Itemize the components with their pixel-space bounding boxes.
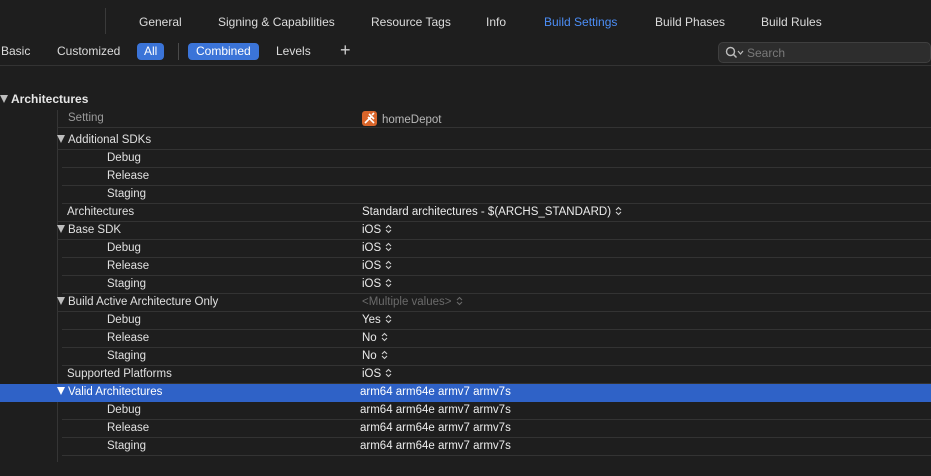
filter-all[interactable]: All [137,43,165,60]
filter-bar: Basic Customized All Combined Levels + [0,40,931,64]
setting-row-base-sdk-debug[interactable]: Debug iOS [62,240,931,258]
hammer-app-icon [362,111,377,126]
setting-row-valid-architectures-release[interactable]: Release arm64 arm64e armv7 armv7s [62,420,931,438]
popup-chevron-icon [385,278,392,288]
setting-row-build-active-arch-only-debug[interactable]: Debug Yes [62,312,931,330]
setting-row-build-active-arch-only-staging[interactable]: Staging No [62,348,931,366]
setting-value[interactable]: arm64 arm64e armv7 armv7s [360,404,511,416]
popup-chevron-icon [615,206,622,216]
setting-row-additional-sdks-staging[interactable]: Staging [62,186,931,204]
tree-indent-line [57,110,58,462]
tab-build-rules[interactable]: Build Rules [761,15,822,29]
config-name: Staging [107,188,147,200]
setting-value[interactable]: arm64 arm64e armv7 armv7s [360,422,511,434]
column-header-target[interactable]: homeDepot [362,111,441,126]
setting-row-valid-architectures[interactable]: Valid Architectures arm64 arm64e armv7 a… [0,384,931,402]
setting-value-popup[interactable]: <Multiple values> [362,296,463,308]
setting-name: Additional SDKs [68,134,152,146]
config-name: Release [107,260,150,272]
filter-levels[interactable]: Levels [276,42,311,60]
config-name: Debug [107,242,141,254]
config-name: Debug [107,314,141,326]
toolbar-separator [0,65,931,66]
filter-divider [178,43,179,60]
tab-resource-tags[interactable]: Resource Tags [371,15,451,29]
tab-build-settings[interactable]: Build Settings [544,15,617,29]
column-header-setting: Setting [68,112,104,124]
setting-name: Build Active Architecture Only [68,296,219,308]
setting-value-popup[interactable]: Standard architectures - $(ARCHS_STANDAR… [362,206,622,218]
setting-value-popup[interactable]: iOS [362,278,392,290]
setting-row-architectures[interactable]: Architectures Standard architectures - $… [57,204,931,222]
setting-name: Base SDK [68,224,122,236]
setting-name: Supported Platforms [67,368,172,380]
tab-info[interactable]: Info [486,15,506,29]
config-name: Release [107,170,150,182]
setting-value-popup[interactable]: iOS [362,224,392,236]
config-name: Debug [107,404,141,416]
setting-value-popup[interactable]: iOS [362,368,392,380]
filter-basic[interactable]: Basic [1,42,30,60]
setting-value-popup[interactable]: No [362,332,388,344]
popup-chevron-icon [385,224,392,234]
config-name: Debug [107,152,141,164]
section-title: Architectures [11,92,89,106]
config-name: Staging [107,278,147,290]
setting-row-supported-platforms[interactable]: Supported Platforms iOS [57,366,931,384]
disclosure-triangle-icon[interactable] [0,95,8,103]
add-setting-button[interactable]: + [340,40,351,61]
popup-chevron-icon [385,368,392,378]
magnifier-icon [725,46,744,59]
popup-chevron-icon [381,332,388,342]
tab-build-phases[interactable]: Build Phases [655,15,725,29]
filter-combined[interactable]: Combined [188,43,259,60]
setting-row-base-sdk[interactable]: Base SDK iOS [57,222,931,240]
tab-general[interactable]: General [139,15,182,29]
setting-row-valid-architectures-debug[interactable]: Debug arm64 arm64e armv7 armv7s [62,402,931,420]
search-input[interactable] [747,45,927,61]
filter-customized[interactable]: Customized [57,42,120,60]
editor-tab-bar: General Signing & Capabilities Resource … [0,0,931,42]
popup-chevron-icon [381,350,388,360]
setting-row-additional-sdks[interactable]: Additional SDKs [57,132,931,150]
setting-value[interactable]: arm64 arm64e armv7 armv7s [360,440,511,452]
setting-value-popup[interactable]: No [362,350,388,362]
disclosure-triangle-icon[interactable] [57,387,65,395]
setting-row-valid-architectures-staging[interactable]: Staging arm64 arm64e armv7 armv7s [62,438,931,456]
tab-signing-capabilities[interactable]: Signing & Capabilities [218,15,335,29]
setting-name: Valid Architectures [68,386,163,398]
section-architectures[interactable]: Architectures [0,92,88,108]
setting-row-base-sdk-release[interactable]: Release iOS [62,258,931,276]
popup-chevron-icon [456,296,462,306]
setting-row-build-active-arch-only-release[interactable]: Release No [62,330,931,348]
disclosure-triangle-icon[interactable] [57,135,65,143]
setting-value[interactable]: arm64 arm64e armv7 armv7s [360,386,511,398]
setting-value-popup[interactable]: iOS [362,260,392,272]
config-name: Staging [107,440,147,452]
disclosure-triangle-icon[interactable] [57,297,65,305]
config-name: Release [107,332,150,344]
popup-chevron-icon [385,314,392,324]
setting-row-base-sdk-staging[interactable]: Staging iOS [62,276,931,294]
target-name: homeDepot [382,114,442,126]
config-name: Staging [107,350,147,362]
setting-value-popup[interactable]: iOS [362,242,392,254]
popup-chevron-icon [385,242,392,252]
setting-row-additional-sdks-debug[interactable]: Debug [62,150,931,168]
setting-name: Architectures [67,206,135,218]
search-field[interactable] [718,42,931,63]
disclosure-triangle-icon[interactable] [57,225,65,233]
popup-chevron-icon [385,260,392,270]
config-name: Release [107,422,150,434]
tab-bar-divider [105,8,106,34]
setting-row-build-active-arch-only[interactable]: Build Active Architecture Only <Multiple… [57,294,931,312]
setting-row-additional-sdks-release[interactable]: Release [62,168,931,186]
column-header-row: Setting homeDepot [57,110,931,128]
build-settings-window: General Signing & Capabilities Resource … [0,0,931,476]
setting-value-popup[interactable]: Yes [362,314,392,326]
